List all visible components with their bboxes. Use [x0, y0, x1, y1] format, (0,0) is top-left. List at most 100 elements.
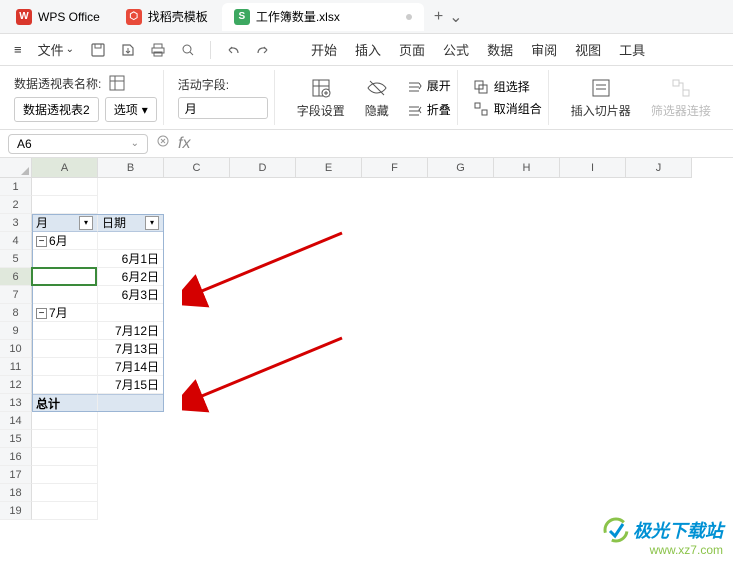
pivot-group-7[interactable]: −7月	[32, 304, 98, 322]
tab-formula[interactable]: 公式	[443, 40, 469, 59]
filter-dropdown-icon[interactable]: ▾	[145, 216, 159, 230]
col-header-f[interactable]: F	[362, 158, 428, 178]
row-header[interactable]: 4	[0, 232, 32, 250]
cell[interactable]	[32, 430, 98, 448]
cell-a6[interactable]	[32, 268, 98, 286]
cells-area[interactable]: 月▾ 日期▾ −6月 6月1日 6月2日 6月3日 −7月 7月12日 7月13…	[32, 178, 733, 520]
row-header[interactable]: 3	[0, 214, 32, 232]
cell[interactable]	[32, 250, 98, 268]
cancel-icon[interactable]	[156, 134, 170, 153]
pivot-date[interactable]: 7月15日	[98, 376, 164, 394]
row-header[interactable]: 6	[0, 268, 32, 286]
collapse-icon[interactable]: −	[36, 236, 47, 247]
cell[interactable]	[98, 232, 164, 250]
file-menu[interactable]: 文件 ⌄	[32, 36, 80, 63]
tab-workbook[interactable]: S 工作簿数量.xlsx	[222, 3, 424, 31]
tab-page[interactable]: 页面	[399, 40, 425, 59]
cell[interactable]	[32, 196, 98, 214]
ungroup-button[interactable]: 取消组合	[472, 100, 542, 118]
expand-button[interactable]: 展开	[405, 77, 451, 95]
tab-daoke[interactable]: ⬡ 找稻壳模板	[114, 3, 220, 31]
row-header[interactable]: 16	[0, 448, 32, 466]
fx-icon[interactable]: fx	[178, 135, 190, 153]
row-header[interactable]: 10	[0, 340, 32, 358]
col-header-h[interactable]: H	[494, 158, 560, 178]
pivot-list-icon[interactable]	[107, 73, 127, 93]
tab-review[interactable]: 审阅	[531, 40, 557, 59]
save-button[interactable]	[84, 38, 112, 62]
pivot-total[interactable]: 总计	[32, 394, 98, 412]
col-header-d[interactable]: D	[230, 158, 296, 178]
row-header[interactable]: 8	[0, 304, 32, 322]
row-header[interactable]: 11	[0, 358, 32, 376]
print-preview-button[interactable]	[174, 38, 202, 62]
pivot-date[interactable]: 7月13日	[98, 340, 164, 358]
row-header[interactable]: 13	[0, 394, 32, 412]
name-box[interactable]: A6 ⌄	[8, 134, 148, 154]
redo-button[interactable]	[249, 38, 277, 62]
col-header-g[interactable]: G	[428, 158, 494, 178]
active-field-input[interactable]	[178, 97, 268, 119]
row-header[interactable]: 18	[0, 484, 32, 502]
pivot-date[interactable]: 6月1日	[98, 250, 164, 268]
options-button[interactable]: 选项▾	[105, 97, 157, 122]
collapse-button[interactable]: 折叠	[405, 101, 451, 119]
cell[interactable]	[32, 466, 98, 484]
cell[interactable]	[32, 322, 98, 340]
select-all-corner[interactable]	[0, 158, 32, 178]
cell[interactable]	[98, 394, 164, 412]
field-settings-button[interactable]: 字段设置	[289, 76, 353, 119]
tab-wps-office[interactable]: W WPS Office	[4, 3, 112, 31]
group-selection-button[interactable]: 组选择	[472, 78, 542, 96]
row-header[interactable]: 15	[0, 430, 32, 448]
col-header-c[interactable]: C	[164, 158, 230, 178]
row-header[interactable]: 1	[0, 178, 32, 196]
new-tab-button[interactable]: +	[434, 8, 443, 26]
pivot-name-value[interactable]: 数据透视表2	[14, 97, 99, 122]
cell[interactable]	[32, 358, 98, 376]
cell[interactable]	[32, 448, 98, 466]
insert-slicer-button[interactable]: 插入切片器	[563, 76, 639, 119]
row-header[interactable]: 12	[0, 376, 32, 394]
print-button[interactable]	[144, 38, 172, 62]
row-header[interactable]: 9	[0, 322, 32, 340]
collapse-icon[interactable]: −	[36, 308, 47, 319]
pivot-group-6[interactable]: −6月	[32, 232, 98, 250]
filter-dropdown-icon[interactable]: ▾	[79, 216, 93, 230]
tab-view[interactable]: 视图	[575, 40, 601, 59]
tab-insert[interactable]: 插入	[355, 40, 381, 59]
undo-button[interactable]	[219, 38, 247, 62]
row-header[interactable]: 14	[0, 412, 32, 430]
tab-tools[interactable]: 工具	[619, 40, 645, 59]
cell[interactable]	[32, 412, 98, 430]
tab-start[interactable]: 开始	[311, 40, 337, 59]
col-header-e[interactable]: E	[296, 158, 362, 178]
row-header[interactable]: 7	[0, 286, 32, 304]
cell[interactable]	[32, 484, 98, 502]
pivot-date[interactable]: 6月2日	[98, 268, 164, 286]
tabs-dropdown[interactable]: ⌄	[449, 7, 462, 27]
tab-data[interactable]: 数据	[487, 40, 513, 59]
cell[interactable]	[32, 286, 98, 304]
pivot-header-month[interactable]: 月▾	[32, 214, 98, 232]
row-header[interactable]: 5	[0, 250, 32, 268]
cell[interactable]	[32, 340, 98, 358]
col-header-i[interactable]: I	[560, 158, 626, 178]
cell[interactable]	[32, 502, 98, 520]
export-button[interactable]	[114, 38, 142, 62]
hide-button[interactable]: 隐藏	[357, 76, 397, 119]
pivot-date[interactable]: 7月14日	[98, 358, 164, 376]
pivot-date[interactable]: 6月3日	[98, 286, 164, 304]
col-header-a[interactable]: A	[32, 158, 98, 178]
col-header-j[interactable]: J	[626, 158, 692, 178]
row-header[interactable]: 17	[0, 466, 32, 484]
pivot-date[interactable]: 7月12日	[98, 322, 164, 340]
hamburger-button[interactable]: ≡	[8, 38, 28, 61]
cell[interactable]	[98, 304, 164, 322]
col-header-b[interactable]: B	[98, 158, 164, 178]
cell[interactable]	[32, 376, 98, 394]
row-header[interactable]: 19	[0, 502, 32, 520]
row-header[interactable]: 2	[0, 196, 32, 214]
pivot-header-date[interactable]: 日期▾	[98, 214, 164, 232]
cell[interactable]	[32, 178, 98, 196]
